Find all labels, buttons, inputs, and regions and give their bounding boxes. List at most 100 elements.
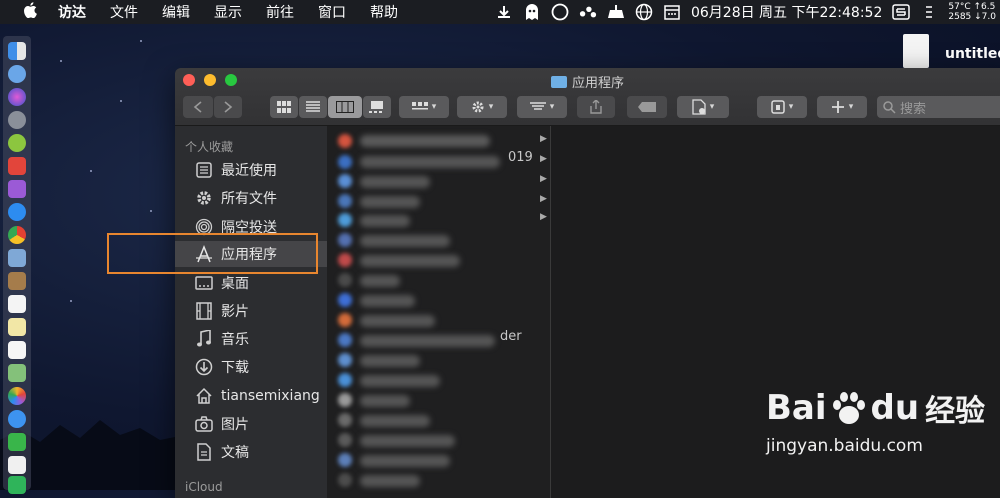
search-placeholder: 搜索 — [900, 101, 927, 117]
list-item[interactable] — [360, 315, 435, 327]
back-button[interactable] — [183, 96, 213, 118]
forward-button[interactable] — [214, 96, 242, 118]
tags-button[interactable] — [627, 96, 667, 118]
app-red-dock-icon[interactable] — [8, 157, 26, 175]
list-icon[interactable] — [920, 3, 938, 21]
sidebar-item-downloads[interactable]: 下载 — [175, 354, 327, 380]
gear-icon — [195, 189, 213, 207]
ftp-menu-button[interactable]: ▾ — [757, 96, 807, 118]
menu-help[interactable]: 帮助 — [370, 2, 398, 22]
apple-icon[interactable] — [22, 2, 40, 22]
view-columns-button[interactable] — [328, 96, 362, 118]
menu-file[interactable]: 文件 — [110, 2, 138, 22]
list-item[interactable] — [360, 375, 440, 387]
zoom-button[interactable] — [225, 74, 237, 86]
menu-bar: 访达 文件 编辑 显示 前往 窗口 帮助 06月28日 周五 下午22:48:5… — [0, 0, 1000, 24]
view-gallery-button[interactable] — [363, 96, 391, 118]
watermark-url: jingyan.baidu.com — [766, 436, 923, 456]
chrome-dock-icon[interactable] — [8, 226, 26, 244]
menu-go[interactable]: 前往 — [266, 2, 294, 22]
chevron-right-icon: ▶ — [540, 134, 547, 144]
minimize-button[interactable] — [204, 74, 216, 86]
sidebar-item-movies[interactable]: 影片 — [175, 298, 327, 324]
facetime-dock-icon[interactable] — [8, 433, 26, 451]
search-field[interactable]: 搜索 — [877, 96, 1000, 118]
stats-line-1: 57°C ↑6.5 — [948, 2, 996, 12]
list-item[interactable] — [360, 215, 410, 227]
desktop-file-label[interactable]: untitled — [945, 46, 1000, 62]
globe-icon[interactable] — [635, 3, 653, 21]
messages-dock-icon[interactable] — [8, 410, 26, 428]
sidebar-item-home[interactable]: tiansemixiang — [175, 383, 327, 409]
view-icons-button[interactable] — [270, 96, 298, 118]
sidebar-item-pictures[interactable]: 图片 — [175, 411, 327, 437]
desktop-file-icon[interactable] — [903, 34, 929, 68]
list-item[interactable] — [360, 415, 430, 427]
sidebar-item-label: 文稿 — [221, 445, 249, 461]
sidebar-item-recents[interactable]: 最近使用 — [175, 157, 327, 183]
arrange-menu-button[interactable]: ▾ — [517, 96, 567, 118]
group-menu-button[interactable]: ▾ — [399, 96, 449, 118]
photos-dock-icon[interactable] — [8, 387, 26, 405]
sidebar-item-label: 桌面 — [221, 276, 249, 292]
launchpad-dock-icon[interactable] — [8, 65, 26, 83]
action-menu-button[interactable]: ▾ — [457, 96, 507, 118]
list-item[interactable] — [360, 335, 495, 347]
list-item[interactable] — [360, 395, 410, 407]
sidebar-item-all-files[interactable]: 所有文件 — [175, 185, 327, 211]
list-item[interactable] — [360, 135, 490, 147]
menu-view[interactable]: 显示 — [214, 2, 242, 22]
new-file-menu-button[interactable]: ▾ — [677, 96, 729, 118]
numbers-dock-icon[interactable] — [8, 476, 26, 494]
close-button[interactable] — [183, 74, 195, 86]
title-bar: 应用程序 ▾ ▾ ▾ ▾ ▾ ▾ 搜索 — [175, 68, 1000, 126]
list-item[interactable] — [360, 435, 455, 447]
chevron-right-icon: ▶ — [540, 174, 547, 184]
reminders-dock-icon[interactable] — [8, 341, 26, 359]
list-item[interactable] — [360, 295, 415, 307]
system-stats[interactable]: 57°C ↑6.5 2585 ↓7.0 — [948, 2, 996, 22]
menu-window[interactable]: 窗口 — [318, 2, 346, 22]
sidebar-item-label: 影片 — [221, 304, 249, 320]
cluster-icon[interactable] — [579, 3, 597, 21]
calendar-icon[interactable] — [663, 3, 681, 21]
stickies-dock-icon[interactable] — [8, 456, 26, 474]
siri-dock-icon[interactable] — [8, 88, 26, 106]
notes-brown-dock-icon[interactable] — [8, 272, 26, 290]
list-item[interactable] — [360, 156, 500, 168]
notes-dock-icon[interactable] — [8, 318, 26, 336]
sidebar-item-music[interactable]: 音乐 — [175, 326, 327, 352]
list-item[interactable] — [360, 355, 420, 367]
clock-text[interactable]: 06月28日 周五 下午22:48:52 — [691, 2, 882, 22]
dock — [3, 36, 31, 494]
dollar-icon[interactable] — [892, 3, 911, 21]
list-item[interactable] — [360, 235, 450, 247]
sidebar-item-documents[interactable]: 文稿 — [175, 439, 327, 465]
status-area: 06月28日 周五 下午22:48:52 57°C ↑6.5 2585 ↓7.0 — [495, 0, 1000, 24]
safari-dock-icon[interactable] — [8, 203, 26, 221]
calendar-dock-icon[interactable] — [8, 295, 26, 313]
list-item[interactable] — [360, 196, 420, 208]
add-menu-button[interactable]: ▾ — [817, 96, 867, 118]
list-item[interactable] — [360, 275, 400, 287]
maps-dock-icon[interactable] — [8, 364, 26, 382]
ghost-icon[interactable] — [523, 3, 541, 21]
compass-icon[interactable] — [551, 3, 569, 21]
download-icon[interactable] — [495, 3, 513, 21]
android-dock-icon[interactable] — [8, 134, 26, 152]
menu-edit[interactable]: 编辑 — [162, 2, 190, 22]
share-button[interactable] — [577, 96, 615, 118]
notification-icon[interactable] — [607, 3, 625, 21]
view-list-button[interactable] — [299, 96, 327, 118]
finder-dock-icon[interactable] — [8, 42, 26, 60]
film-icon — [195, 302, 213, 320]
list-item[interactable] — [360, 176, 430, 188]
app-purple-dock-icon[interactable] — [8, 180, 26, 198]
list-item[interactable] — [360, 475, 420, 487]
list-item[interactable] — [360, 455, 450, 467]
menu-finder[interactable]: 访达 — [58, 2, 86, 22]
preview-dock-icon[interactable] — [8, 249, 26, 267]
rocket-dock-icon[interactable] — [8, 111, 26, 129]
list-item[interactable] — [360, 255, 460, 267]
app-icon — [338, 155, 352, 169]
